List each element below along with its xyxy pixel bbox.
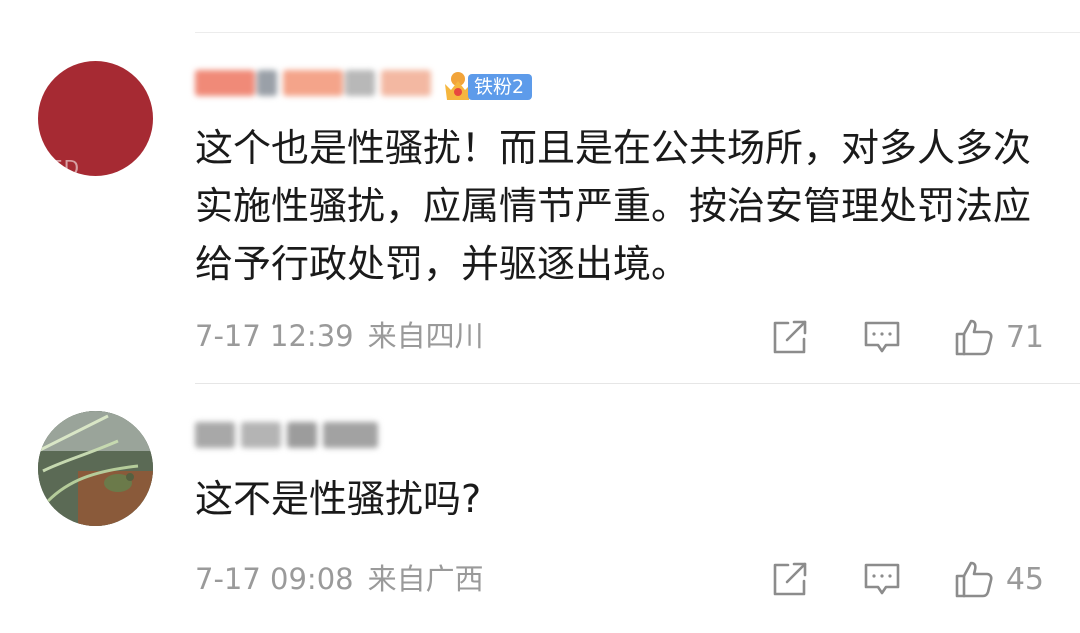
comment-time: 7-17 09:08 (195, 562, 354, 596)
comment-actions: 45 (770, 556, 1044, 602)
username-blurred[interactable] (195, 418, 385, 452)
comment-icon[interactable] (862, 317, 902, 357)
avatar-text: ED (50, 156, 81, 176)
comment-location: 来自广西 (367, 562, 484, 596)
comment-meta: 7-17 09:08 来自广西 (195, 561, 484, 597)
badge-label: 铁粉2 (468, 74, 533, 100)
like-count: 71 (1005, 319, 1044, 355)
share-icon[interactable] (770, 559, 810, 599)
comment-divider (195, 383, 1080, 384)
avatar[interactable]: ED (38, 61, 153, 176)
avatar-photo (38, 411, 153, 526)
comment-location: 来自四川 (367, 319, 484, 353)
fan-badge[interactable]: 铁粉2 (442, 70, 533, 104)
comment-icon[interactable] (862, 559, 902, 599)
comment-text: 这个也是性骚扰！而且是在公共场所，对多人多次实施性骚扰，应属情节严重。按治安管理… (195, 126, 1032, 286)
share-icon[interactable] (770, 317, 810, 357)
thumbs-up-icon[interactable] (954, 559, 994, 599)
username-blurred[interactable] (195, 66, 440, 100)
top-divider (195, 32, 1080, 33)
like-count: 45 (1005, 561, 1044, 597)
thumbs-up-icon[interactable] (954, 317, 994, 357)
avatar[interactable] (38, 411, 153, 526)
comment-time: 7-17 12:39 (195, 319, 354, 353)
comment-meta: 7-17 12:39 来自四川 (195, 318, 484, 354)
comment-actions: 71 (770, 314, 1044, 360)
comment-text: 这不是性骚扰吗? (195, 477, 482, 521)
